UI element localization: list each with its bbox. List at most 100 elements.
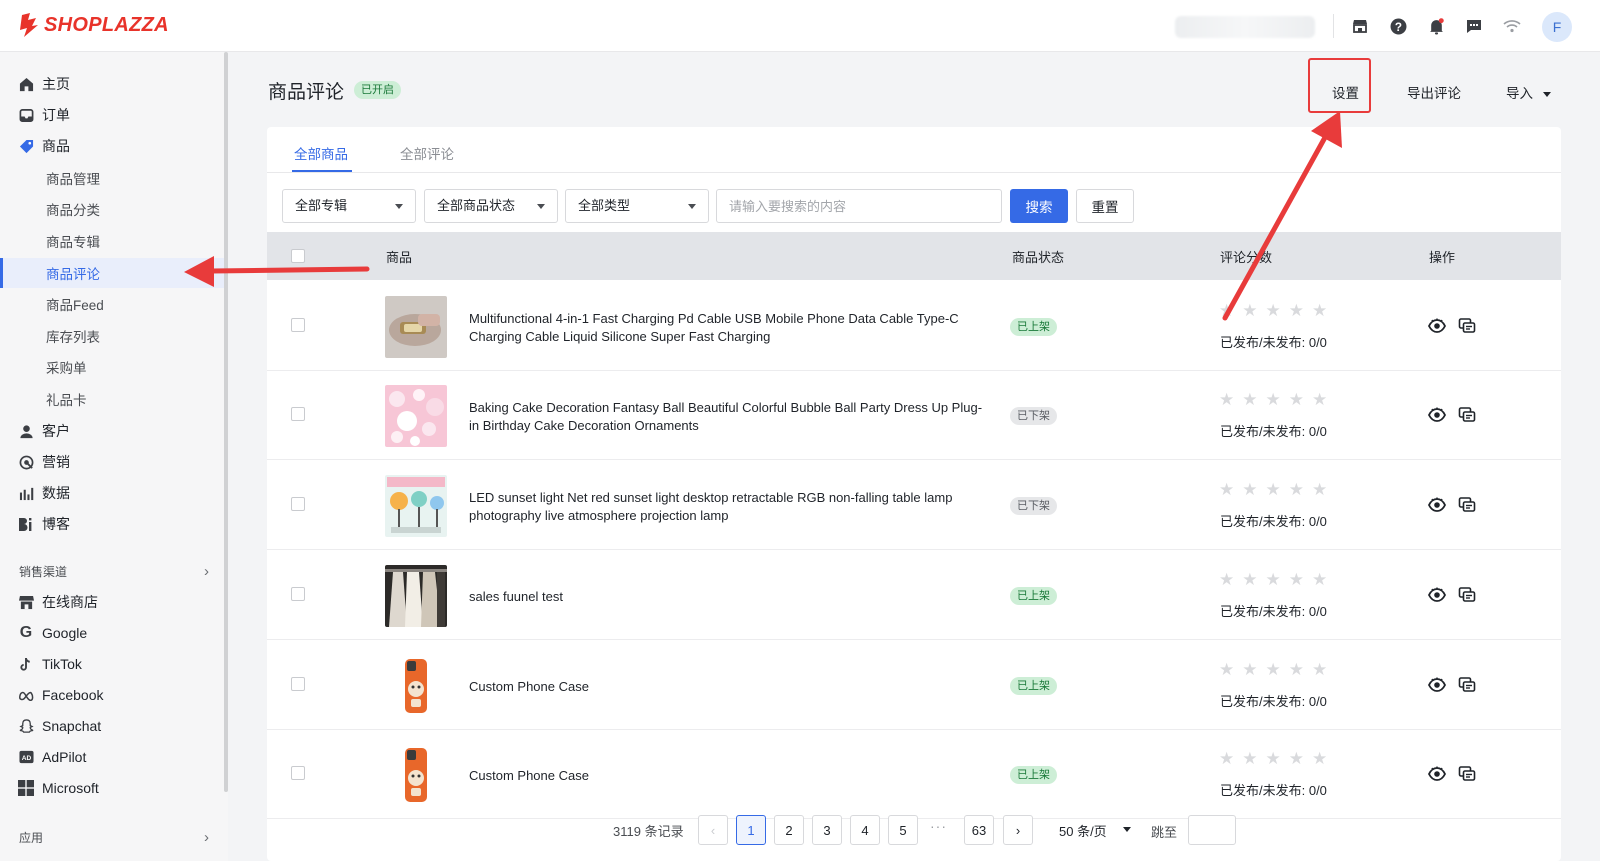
review-manage-icon[interactable] bbox=[1458, 496, 1476, 514]
product-thumbnail[interactable] bbox=[385, 475, 447, 537]
row-checkbox[interactable] bbox=[291, 587, 305, 601]
album-filter-value: 全部专辑 bbox=[295, 198, 348, 213]
shoplazza-logo[interactable]: SHOPLAZZA bbox=[18, 12, 169, 38]
sidebar-item-analytics[interactable]: 数据 bbox=[0, 478, 224, 508]
review-manage-icon[interactable] bbox=[1458, 406, 1476, 424]
select-all-checkbox[interactable] bbox=[291, 249, 305, 263]
export-reviews-button[interactable]: 导出评论 bbox=[1407, 82, 1461, 102]
bell-icon[interactable] bbox=[1425, 15, 1447, 37]
sidebar-channel-snapchat[interactable]: Snapchat bbox=[0, 711, 224, 741]
next-page-button[interactable]: › bbox=[1003, 815, 1033, 845]
wifi-icon[interactable] bbox=[1501, 15, 1523, 37]
topbar-divider bbox=[1333, 14, 1334, 38]
user-avatar[interactable]: F bbox=[1542, 12, 1572, 42]
sidebar-channel-adpilot[interactable]: AD AdPilot bbox=[0, 742, 224, 772]
help-icon[interactable]: ? bbox=[1387, 15, 1409, 37]
sidebar-item-blog[interactable]: 博客 bbox=[0, 509, 224, 539]
page-button-2[interactable]: 2 bbox=[774, 815, 804, 845]
store-name-blurred[interactable] bbox=[1175, 16, 1315, 38]
caret-down-icon bbox=[688, 204, 696, 209]
product-thumbnail[interactable] bbox=[385, 744, 447, 806]
row-checkbox[interactable] bbox=[291, 407, 305, 421]
product-name[interactable]: Baking Cake Decoration Fantasy Ball Beau… bbox=[469, 399, 989, 434]
search-button[interactable]: 搜索 bbox=[1010, 189, 1068, 223]
product-thumbnail[interactable] bbox=[385, 655, 447, 717]
rating-stars: ★ ★ ★ ★ ★ bbox=[1219, 390, 1327, 410]
prev-page-button[interactable]: ‹ bbox=[698, 815, 728, 845]
page-button-5[interactable]: 5 bbox=[888, 815, 918, 845]
review-manage-icon[interactable] bbox=[1458, 317, 1476, 335]
message-icon[interactable] bbox=[1463, 15, 1485, 37]
page-size-select[interactable]: 50 条/页 bbox=[1059, 821, 1107, 840]
sidebar-sub-gift-cards[interactable]: 礼品卡 bbox=[0, 384, 224, 414]
page-button-4[interactable]: 4 bbox=[850, 815, 880, 845]
import-dropdown[interactable]: 导入 bbox=[1506, 82, 1551, 102]
product-name[interactable]: LED sunset light Net red sunset light de… bbox=[469, 489, 989, 524]
album-filter-select[interactable]: 全部专辑 bbox=[282, 189, 416, 223]
sidebar-item-products[interactable]: 商品 bbox=[0, 131, 224, 161]
sidebar-item-orders[interactable]: 订单 bbox=[0, 100, 224, 130]
sidebar-scrollbar[interactable] bbox=[224, 52, 228, 792]
sidebar-channel-online-store[interactable]: 在线商店 bbox=[0, 587, 224, 617]
view-eye-icon[interactable] bbox=[1427, 676, 1447, 694]
review-manage-icon[interactable] bbox=[1458, 765, 1476, 783]
product-name[interactable]: Custom Phone Case bbox=[469, 678, 989, 696]
table-header bbox=[267, 232, 1561, 280]
view-eye-icon[interactable] bbox=[1427, 496, 1447, 514]
store-icon[interactable] bbox=[1349, 15, 1371, 37]
review-manage-icon[interactable] bbox=[1458, 676, 1476, 694]
product-thumbnail[interactable] bbox=[385, 385, 447, 447]
sidebar-sub-purchase-orders[interactable]: 采购单 bbox=[0, 352, 224, 382]
type-filter-select[interactable]: 全部类型 bbox=[565, 189, 709, 223]
star-icon: ★ bbox=[1265, 480, 1281, 499]
sidebar-sub-inventory[interactable]: 库存列表 bbox=[0, 321, 224, 351]
sidebar-sub-product-feed[interactable]: 商品Feed bbox=[0, 289, 224, 319]
product-name[interactable]: Multifunctional 4-in-1 Fast Charging Pd … bbox=[469, 310, 989, 345]
sidebar-item-marketing[interactable]: 营销 bbox=[0, 447, 224, 477]
sidebar-item-home[interactable]: 主页 bbox=[0, 69, 224, 99]
home-icon bbox=[18, 76, 34, 92]
product-thumbnail[interactable] bbox=[385, 296, 447, 358]
column-header-rating: 评论分数 bbox=[1220, 250, 1273, 265]
pagination-ellipsis[interactable]: ··· bbox=[930, 818, 947, 834]
view-eye-icon[interactable] bbox=[1427, 586, 1447, 604]
sidebar-channel-facebook[interactable]: Facebook bbox=[0, 680, 224, 710]
view-eye-icon[interactable] bbox=[1427, 406, 1447, 424]
sales-channels-header[interactable]: 销售渠道 › bbox=[19, 561, 209, 581]
sidebar-item-label: 商品 bbox=[42, 138, 70, 154]
reset-button[interactable]: 重置 bbox=[1076, 189, 1134, 223]
star-icon: ★ bbox=[1242, 570, 1258, 589]
jump-to-input[interactable] bbox=[1188, 815, 1236, 845]
sidebar-sub-product-management[interactable]: 商品管理 bbox=[0, 163, 224, 193]
published-count: 已发布/未发布: 0/0 bbox=[1220, 424, 1327, 439]
sidebar-channel-tiktok[interactable]: TikTok bbox=[0, 649, 224, 679]
page-button-last[interactable]: 63 bbox=[964, 815, 994, 845]
sidebar-channel-microsoft[interactable]: Microsoft bbox=[0, 773, 224, 803]
adpilot-icon: AD bbox=[18, 749, 34, 765]
apps-header[interactable]: 应用 › bbox=[19, 827, 209, 847]
star-icon: ★ bbox=[1219, 660, 1235, 679]
product-name[interactable]: sales fuunel test bbox=[469, 588, 989, 606]
sidebar-item-customers[interactable]: 客户 bbox=[0, 416, 224, 446]
row-checkbox[interactable] bbox=[291, 497, 305, 511]
sidebar-sub-product-categories[interactable]: 商品分类 bbox=[0, 194, 224, 224]
row-checkbox[interactable] bbox=[291, 677, 305, 691]
row-checkbox[interactable] bbox=[291, 318, 305, 332]
view-eye-icon[interactable] bbox=[1427, 765, 1447, 783]
sidebar-sub-product-reviews[interactable]: 商品评论 bbox=[0, 258, 224, 288]
status-filter-select[interactable]: 全部商品状态 bbox=[424, 189, 558, 223]
row-checkbox[interactable] bbox=[291, 766, 305, 780]
sidebar-channel-google[interactable]: G Google bbox=[0, 618, 224, 648]
page-button-3[interactable]: 3 bbox=[812, 815, 842, 845]
apps-title: 应用 bbox=[19, 830, 44, 845]
page-button-1[interactable]: 1 bbox=[736, 815, 766, 845]
search-input[interactable] bbox=[716, 189, 1002, 223]
star-icon: ★ bbox=[1242, 749, 1258, 768]
tab-all-products[interactable]: 全部商品 bbox=[294, 143, 348, 163]
view-eye-icon[interactable] bbox=[1427, 317, 1447, 335]
tab-all-reviews[interactable]: 全部评论 bbox=[400, 143, 454, 163]
product-name[interactable]: Custom Phone Case bbox=[469, 767, 989, 785]
sidebar-sub-product-albums[interactable]: 商品专辑 bbox=[0, 226, 224, 256]
product-thumbnail[interactable] bbox=[385, 565, 447, 627]
review-manage-icon[interactable] bbox=[1458, 586, 1476, 604]
